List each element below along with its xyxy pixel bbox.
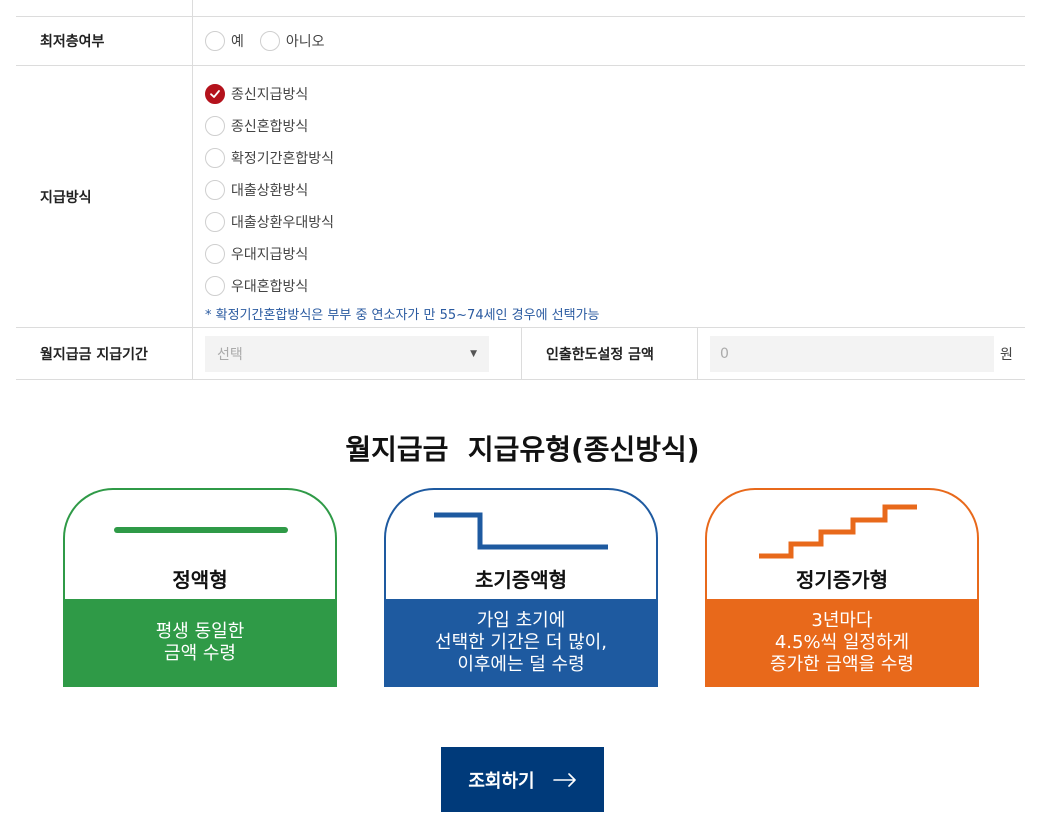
form-table: 최저층여부 예 아니오 지급방식 종신지급방식 종신혼합방식 확정기간혼합방식 … — [16, 0, 1025, 380]
payment-method-label: 지급방식 — [16, 66, 193, 327]
radio-label: 우대혼합방식 — [231, 279, 309, 295]
radio-label: 우대지급방식 — [231, 247, 309, 263]
radio-checked-icon[interactable] — [205, 84, 225, 104]
radio-label: 종신지급방식 — [231, 87, 309, 103]
card-desc-line: 금액 수령 — [164, 643, 236, 664]
card-desc-line: 4.5%씩 일정하게 — [774, 632, 910, 653]
form-row-partial-value — [193, 0, 1025, 16]
min-floor-options: 예 아니오 — [193, 17, 1025, 65]
radio-circle[interactable] — [205, 31, 225, 51]
monthly-period-label: 월지급금 지급기간 — [16, 328, 193, 379]
search-button-label: 조회하기 — [468, 770, 535, 791]
radio-circle[interactable] — [205, 276, 225, 296]
payment-method-radio-5[interactable]: 우대지급방식 — [205, 238, 308, 270]
radio-circle[interactable] — [205, 180, 225, 200]
card-desc-line: 가입 초기에 — [476, 610, 566, 631]
radio-label: 대출상환우대방식 — [231, 215, 335, 231]
payment-method-radio-1[interactable]: 종신혼합방식 — [205, 110, 308, 142]
form-row-min-floor: 최저층여부 예 아니오 — [16, 17, 1025, 66]
arrow-right-icon — [552, 772, 577, 787]
section-title: 월지급금 지급유형(종신방식) — [345, 433, 700, 466]
card-desc-line: 이후에는 덜 수령 — [457, 654, 585, 675]
payment-method-radio-2[interactable]: 확정기간혼합방식 — [205, 142, 334, 174]
radio-circle[interactable] — [259, 31, 280, 51]
card-periodic-increase: 정기증가형 3년마다 4.5%씩 일정하게 증가한 금액을 수령 — [705, 488, 979, 687]
radio-circle[interactable] — [205, 212, 225, 232]
form-row-payment-method: 지급방식 종신지급방식 종신혼합방식 확정기간혼합방식 대출상환방식 대출상환우… — [16, 66, 1025, 328]
search-button[interactable]: 조회하기 — [441, 747, 604, 812]
monthly-period-value: 선택 ▼ 인출한도설정 금액 원 — [193, 328, 1025, 379]
radio-circle[interactable] — [205, 116, 225, 136]
caret-down-icon: ▼ — [470, 348, 477, 359]
card-title: 정기증가형 — [796, 568, 888, 592]
radio-label: 종신혼합방식 — [231, 119, 309, 135]
min-floor-label: 최저층여부 — [16, 17, 193, 65]
radio-label: 예 — [231, 34, 244, 50]
min-floor-radio-yes[interactable]: 예 — [205, 25, 244, 57]
card-title: 정액형 — [172, 568, 228, 592]
withdraw-limit-input[interactable] — [710, 335, 994, 372]
form-row-partial — [16, 0, 1025, 17]
card-desc: 가입 초기에 선택한 기간은 더 많이, 이후에는 덜 수령 — [384, 599, 658, 687]
card-desc-line: 평생 동일한 — [155, 621, 245, 642]
card-fixed: 정액형 평생 동일한 금액 수령 — [63, 488, 337, 687]
radio-label: 아니오 — [285, 34, 325, 50]
withdraw-limit-label: 인출한도설정 금액 — [521, 328, 698, 379]
radio-label: 대출상환방식 — [231, 183, 309, 199]
payment-method-options: 종신지급방식 종신혼합방식 확정기간혼합방식 대출상환방식 대출상환우대방식 우… — [193, 66, 1025, 327]
select-value: 선택 — [217, 346, 243, 363]
monthly-period-select[interactable]: 선택 ▼ — [205, 335, 489, 372]
payment-method-radio-3[interactable]: 대출상환방식 — [205, 174, 308, 206]
payment-method-note: * 확정기간혼합방식은 부부 중 연소자가 만 55~74세인 경우에 선택가능 — [205, 307, 600, 323]
radio-circle[interactable] — [205, 244, 225, 264]
withdraw-limit-unit: 원 — [1000, 346, 1013, 363]
min-floor-radio-no[interactable]: 아니오 — [259, 25, 325, 57]
card-initial-increase: 초기증액형 가입 초기에 선택한 기간은 더 많이, 이후에는 덜 수령 — [384, 488, 658, 687]
card-desc: 3년마다 4.5%씩 일정하게 증가한 금액을 수령 — [705, 599, 979, 687]
payment-method-radio-0[interactable]: 종신지급방식 — [205, 78, 308, 110]
radio-circle[interactable] — [205, 148, 225, 168]
form-row-period: 월지급금 지급기간 선택 ▼ 인출한도설정 금액 원 — [16, 328, 1025, 380]
form-row-partial-label — [16, 0, 193, 16]
card-desc-line: 선택한 기간은 더 많이, — [435, 632, 607, 653]
card-title: 초기증액형 — [475, 568, 567, 592]
payment-method-radio-4[interactable]: 대출상환우대방식 — [205, 206, 334, 238]
radio-label: 확정기간혼합방식 — [231, 151, 335, 167]
card-desc-line: 증가한 금액을 수령 — [770, 654, 914, 675]
card-desc: 평생 동일한 금액 수령 — [63, 599, 337, 687]
payment-method-radio-6[interactable]: 우대혼합방식 — [205, 270, 308, 302]
card-desc-line: 3년마다 — [811, 610, 873, 631]
